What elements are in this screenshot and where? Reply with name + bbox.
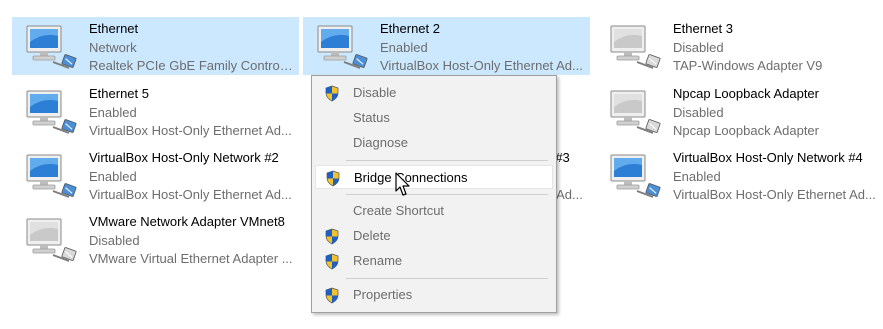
menu-item-bridge-connections[interactable]: Bridge Connections xyxy=(315,165,553,189)
menu-item-delete[interactable]: Delete xyxy=(315,224,553,248)
menu-separator xyxy=(346,160,548,161)
uac-shield-icon xyxy=(324,228,340,245)
adapter-device: VMware Virtual Ethernet Adapter ... xyxy=(89,251,293,266)
adapter-device: VirtualBox Host-Only Ethernet Ad... xyxy=(89,187,292,202)
menu-item-properties[interactable]: Properties xyxy=(315,283,553,307)
adapter-tile-ethernet[interactable]: Ethernet Network Realtek PCIe GbE Family… xyxy=(12,17,299,75)
network-adapter-icon xyxy=(314,22,370,72)
adapter-name: Ethernet 2 xyxy=(380,21,440,36)
menu-item-label: Properties xyxy=(353,287,413,302)
network-adapter-icon xyxy=(23,151,79,201)
menu-item-create-shortcut[interactable]: Create Shortcut xyxy=(315,199,553,223)
adapter-tile-vmware-vmnet8[interactable]: VMware Network Adapter VMnet8 Disabled V… xyxy=(12,210,299,268)
adapter-tile-ethernet-5[interactable]: Ethernet 5 Enabled VirtualBox Host-Only … xyxy=(12,82,299,140)
menu-separator xyxy=(346,278,548,279)
adapter-status: Enabled xyxy=(89,168,137,184)
adapter-status: Enabled xyxy=(89,104,137,120)
adapter-tile-vbox-network-2[interactable]: VirtualBox Host-Only Network #2 Enabled … xyxy=(12,146,299,204)
menu-item-label: Create Shortcut xyxy=(353,203,445,218)
adapter-status: Network xyxy=(89,39,137,55)
adapter-status: Enabled xyxy=(673,168,721,184)
menu-item-rename[interactable]: Rename xyxy=(315,249,553,273)
adapter-device: VirtualBox Host-Only Ethernet Ad... xyxy=(673,187,876,202)
uac-shield-icon xyxy=(324,253,340,270)
uac-shield-icon xyxy=(324,85,340,102)
menu-item-label: Status xyxy=(353,110,390,125)
menu-item-status[interactable]: Status xyxy=(315,106,553,130)
adapter-tile-ethernet-2[interactable]: Ethernet 2 Enabled VirtualBox Host-Only … xyxy=(303,17,590,75)
adapter-device: Npcap Loopback Adapter xyxy=(673,123,819,138)
menu-separator xyxy=(346,194,548,195)
adapter-tile-vbox-network-4[interactable]: VirtualBox Host-Only Network #4 Enabled … xyxy=(596,146,883,204)
adapter-name: VirtualBox Host-Only Network #2 xyxy=(89,150,279,165)
adapter-device: VirtualBox Host-Only Ethernet Ad... xyxy=(380,58,583,73)
network-adapter-icon xyxy=(23,87,79,137)
menu-item-label: Delete xyxy=(353,228,391,243)
adapter-name: VirtualBox Host-Only Network #4 xyxy=(673,150,863,165)
menu-item-disable[interactable]: Disable xyxy=(315,81,553,105)
menu-item-diagnose[interactable]: Diagnose xyxy=(315,131,553,155)
uac-shield-icon xyxy=(324,287,340,304)
adapter-name: Npcap Loopback Adapter xyxy=(673,86,819,101)
menu-item-label: Rename xyxy=(353,253,403,268)
context-menu: Disable Status Diagnose Bridge Connections… xyxy=(311,75,557,313)
adapter-name: Ethernet 3 xyxy=(673,21,733,36)
menu-item-label: Disable xyxy=(353,85,397,100)
adapter-name: Ethernet xyxy=(89,21,139,36)
uac-shield-icon xyxy=(325,170,341,187)
adapter-tile-npcap-loopback[interactable]: Npcap Loopback Adapter Disabled Npcap Lo… xyxy=(596,82,883,140)
adapter-status: Disabled xyxy=(673,39,724,55)
adapter-status: Disabled xyxy=(89,232,140,248)
adapter-tile-ethernet-3[interactable]: Ethernet 3 Disabled TAP-Windows Adapter … xyxy=(596,17,883,75)
adapter-name: Ethernet 5 xyxy=(89,86,149,101)
menu-item-label: Diagnose xyxy=(353,135,408,150)
network-adapter-icon xyxy=(23,22,79,72)
adapter-name: VMware Network Adapter VMnet8 xyxy=(89,214,285,229)
mouse-pointer-icon xyxy=(395,172,410,196)
adapter-status: Disabled xyxy=(673,104,724,120)
network-adapter-icon xyxy=(607,151,663,201)
adapter-device: Realtek PCIe GbE Family Controller xyxy=(89,58,294,73)
network-adapter-disabled-icon xyxy=(607,87,663,137)
adapter-device: TAP-Windows Adapter V9 xyxy=(673,58,823,73)
adapter-status: Enabled xyxy=(380,39,428,55)
network-adapter-disabled-icon xyxy=(23,215,79,265)
network-adapter-disabled-icon xyxy=(607,22,663,72)
adapter-device: VirtualBox Host-Only Ethernet Ad... xyxy=(89,123,292,138)
